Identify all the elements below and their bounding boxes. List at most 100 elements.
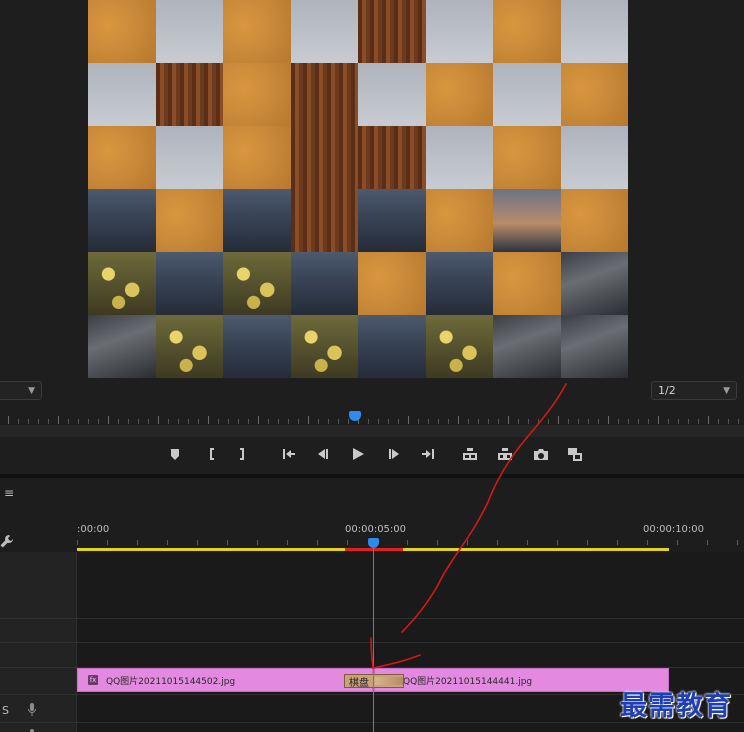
ruler-tick bbox=[38, 419, 39, 424]
ruler-tick bbox=[528, 419, 529, 424]
mark-out-icon bbox=[240, 448, 244, 460]
preview-tile bbox=[493, 0, 561, 63]
microphone-icon[interactable] bbox=[27, 728, 37, 732]
preview-tile bbox=[223, 189, 291, 252]
hamburger-menu-icon[interactable]: ≡ bbox=[4, 486, 14, 500]
playback-resolution-select[interactable]: 1/2 ▼ bbox=[651, 381, 737, 400]
ruler-tick bbox=[708, 416, 709, 424]
preview-tile bbox=[290, 63, 358, 126]
ruler-tick bbox=[617, 540, 618, 545]
render-status-bar bbox=[345, 548, 403, 551]
ruler-tick bbox=[78, 419, 79, 424]
ruler-tick bbox=[218, 419, 219, 424]
ruler-tick bbox=[658, 416, 659, 424]
preview-tile bbox=[223, 126, 291, 189]
ruler-tick bbox=[497, 540, 498, 545]
ruler-tick bbox=[378, 419, 379, 424]
ruler-tick bbox=[578, 419, 579, 424]
ruler-tick bbox=[608, 416, 609, 424]
microphone-icon[interactable] bbox=[27, 702, 37, 718]
ruler-tick bbox=[107, 540, 108, 545]
monitor-zoom-scrollbar[interactable] bbox=[0, 425, 744, 437]
play-button[interactable] bbox=[347, 444, 369, 464]
preview-tile bbox=[425, 0, 493, 63]
ruler-tick bbox=[58, 416, 59, 424]
mark-in-button[interactable] bbox=[200, 444, 222, 464]
extract-button[interactable] bbox=[494, 444, 516, 464]
track-divider bbox=[0, 618, 744, 619]
step-forward-button[interactable] bbox=[383, 444, 405, 464]
step-back-button[interactable] bbox=[312, 444, 334, 464]
checkerboard-transition[interactable]: 棋盘 bbox=[344, 674, 404, 689]
ruler-tick bbox=[527, 540, 528, 545]
fx-badge-icon: fx bbox=[88, 675, 98, 685]
ruler-tick bbox=[468, 419, 469, 424]
ruler-tick bbox=[288, 419, 289, 424]
preview-tile bbox=[493, 315, 561, 378]
ruler-tick bbox=[28, 419, 29, 424]
ruler-tick bbox=[258, 416, 259, 424]
lift-button[interactable] bbox=[459, 444, 481, 464]
compare-icon bbox=[568, 448, 582, 461]
ruler-tick bbox=[347, 540, 348, 545]
ruler-tick bbox=[558, 416, 559, 424]
track-divider bbox=[0, 642, 744, 643]
ruler-tick bbox=[168, 419, 169, 424]
ruler-tick bbox=[338, 419, 339, 424]
ruler-tick bbox=[248, 419, 249, 424]
ruler-tick bbox=[588, 419, 589, 424]
ruler-tick bbox=[618, 419, 619, 424]
ruler-tick bbox=[148, 419, 149, 424]
ruler-tick bbox=[188, 419, 189, 424]
ruler-tick bbox=[568, 419, 569, 424]
preview-tile bbox=[560, 63, 628, 126]
chevron-down-icon: ▼ bbox=[28, 385, 35, 396]
add-marker-button[interactable] bbox=[164, 444, 186, 464]
mark-out-button[interactable] bbox=[232, 444, 254, 464]
export-frame-button[interactable] bbox=[530, 444, 552, 464]
ruler-tick bbox=[98, 419, 99, 424]
ruler-tick bbox=[308, 416, 309, 424]
ruler-tick bbox=[158, 416, 159, 424]
preview-tile bbox=[155, 63, 223, 126]
comparison-view-button[interactable] bbox=[564, 444, 586, 464]
preview-tile bbox=[88, 0, 156, 63]
ruler-tick bbox=[368, 419, 369, 424]
ruler-tick bbox=[138, 419, 139, 424]
monitor-time-ruler[interactable] bbox=[0, 402, 744, 426]
ruler-tick bbox=[668, 419, 669, 424]
preview-tile bbox=[425, 126, 493, 189]
ruler-tick bbox=[18, 419, 19, 424]
ruler-tick bbox=[238, 419, 239, 424]
ruler-tick bbox=[77, 540, 78, 545]
zoom-level-select[interactable]: ▼ bbox=[0, 381, 42, 400]
ruler-tick bbox=[428, 419, 429, 424]
go-to-in-button[interactable] bbox=[278, 444, 300, 464]
ruler-tick bbox=[688, 419, 689, 424]
transport-controls bbox=[0, 440, 744, 468]
camera-icon bbox=[534, 449, 548, 460]
ruler-tick bbox=[448, 419, 449, 424]
ruler-tick bbox=[407, 540, 408, 545]
ruler-tick bbox=[328, 419, 329, 424]
preview-tile bbox=[560, 189, 628, 252]
preview-tile bbox=[358, 252, 426, 315]
wrench-icon[interactable] bbox=[0, 534, 14, 548]
ruler-tick bbox=[318, 419, 319, 424]
preview-tile bbox=[493, 252, 561, 315]
ruler-tick bbox=[587, 540, 588, 545]
go-to-out-button[interactable] bbox=[417, 444, 439, 464]
video-clip[interactable]: fx QQ图片20211015144502.jpg bbox=[77, 668, 373, 692]
preview-tile bbox=[493, 189, 561, 252]
ruler-tick bbox=[118, 419, 119, 424]
preview-tile bbox=[155, 252, 223, 315]
ruler-tick bbox=[298, 419, 299, 424]
chevron-down-icon: ▼ bbox=[723, 385, 730, 396]
preview-tile bbox=[223, 315, 291, 378]
ruler-tick bbox=[228, 419, 229, 424]
timeline-time-ruler[interactable]: :00:00 00:00:05:00 00:00:10:00 bbox=[77, 518, 744, 552]
timecode-start: :00:00 bbox=[77, 524, 110, 535]
preview-tile bbox=[358, 126, 426, 189]
step-forward-icon bbox=[389, 449, 399, 459]
preview-tile bbox=[88, 189, 156, 252]
